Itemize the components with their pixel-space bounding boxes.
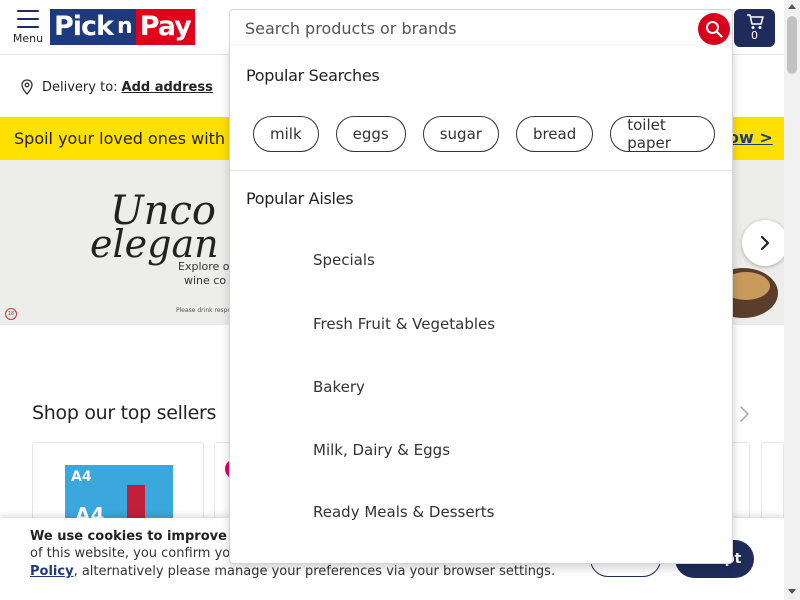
hero-subtext-2: wine co [184,274,227,287]
cookie-text: of this website, you confirm your [30,546,244,561]
search-chip-bread[interactable]: bread [515,116,594,152]
delivery-bar: Delivery to: Add address [20,76,213,98]
cookie-policy-link[interactable]: Policy [30,564,74,579]
promo-shop-link[interactable]: ow > [728,128,773,147]
cookie-text-rest: , alternatively please manage your prefe… [73,564,556,579]
pick-n-pay-logo[interactable]: Pick n Pay [50,9,195,45]
scrollbar-thumb[interactable] [787,16,797,74]
cookie-heading: We use cookies to improve you [30,529,259,544]
age-restriction-icon: 18 [5,308,17,320]
scroll-up-arrow-icon[interactable] [788,4,796,9]
aisle-link-bakery[interactable]: Bakery [313,378,365,396]
a4-paper-product-image: A4 A4 [65,465,173,527]
sellers-next-button[interactable] [738,405,750,427]
dropdown-divider [230,170,732,171]
search-button[interactable] [698,13,730,45]
logo-pick: Pick [50,9,118,45]
cart-icon [746,14,764,29]
search-suggestions-dropdown: Popular Searches milk eggs sugar bread t… [229,46,733,564]
search-chip-sugar[interactable]: sugar [422,116,499,152]
logo-n: n [117,9,136,45]
add-address-link[interactable]: Add address [122,80,213,95]
popular-search-chips: milk eggs sugar bread toilet paper [253,116,732,152]
chevron-right-icon [740,406,749,422]
search-icon [706,21,723,38]
cart-count: 0 [751,29,758,42]
cart-button[interactable]: 0 [734,9,775,47]
cookie-text-line: Policy, alternatively please manage your… [30,564,555,579]
search-chip-toilet-paper[interactable]: toilet paper [610,116,715,152]
search-input[interactable] [230,10,690,46]
delivery-label: Delivery to: [42,79,118,95]
page-scrollbar[interactable] [784,0,800,600]
menu-label: Menu [12,32,44,45]
product-image-label: A4 [71,469,92,485]
menu-button[interactable]: Menu [8,6,48,50]
scroll-down-arrow-icon[interactable] [788,589,796,594]
carousel-next-button[interactable] [742,220,788,266]
search-chip-eggs[interactable]: eggs [335,116,406,152]
top-sellers-title: Shop our top sellers [32,402,217,424]
popular-aisles-title: Popular Aisles [246,189,354,208]
aisle-link-ready-meals-desserts[interactable]: Ready Meals & Desserts [313,503,494,521]
popular-searches-title: Popular Searches [246,66,380,85]
logo-pay: Pay [135,9,195,45]
search-chip-milk[interactable]: milk [253,116,319,152]
chevron-right-icon [760,235,770,251]
search-bar [229,9,733,47]
aisle-link-specials[interactable]: Specials [313,251,375,269]
aisle-link-fresh-fruit-vegetables[interactable]: Fresh Fruit & Vegetables [313,315,495,333]
hamburger-icon [17,10,39,34]
aisle-link-milk-dairy-eggs[interactable]: Milk, Dairy & Eggs [313,441,450,459]
hero-subtext-1: Explore o [178,260,230,273]
location-pin-icon [21,79,33,95]
promo-text: Spoil your loved ones with [14,129,226,148]
hero-disclaimer: Please drink respo [176,307,232,314]
